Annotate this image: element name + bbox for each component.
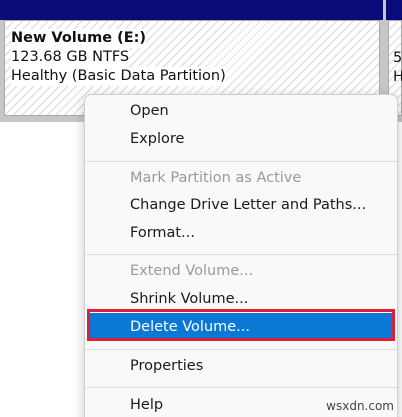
- menu-separator: [85, 254, 397, 255]
- menu-item-change-drive-letter[interactable]: Change Drive Letter and Paths...: [85, 190, 397, 220]
- menu-separator: [85, 387, 397, 388]
- disk-management-screen: New Volume (E:) 123.68 GB NTFS Healthy (…: [0, 0, 402, 417]
- menu-item-open[interactable]: Open: [85, 96, 397, 126]
- next-volume-status: H: [393, 69, 402, 85]
- menu-separator: [85, 161, 397, 162]
- volume-e-header-bar: [0, 0, 383, 20]
- menu-item-properties[interactable]: Properties: [85, 351, 397, 381]
- menu-item-explore[interactable]: Explore: [85, 124, 397, 154]
- volume-context-menu: Open Explore Mark Partition as Active Ch…: [84, 94, 398, 417]
- next-volume-header-bar: [386, 0, 402, 20]
- menu-item-extend-volume[interactable]: Extend Volume...: [85, 256, 397, 286]
- menu-item-shrink-volume[interactable]: Shrink Volume...: [85, 284, 397, 314]
- volume-name: New Volume (E:): [11, 29, 147, 48]
- menu-item-delete-volume[interactable]: Delete Volume...: [89, 313, 393, 341]
- volume-size: 123.68 GB NTFS: [11, 48, 130, 67]
- volume-e-info: New Volume (E:) 123.68 GB NTFS Healthy (…: [11, 29, 226, 86]
- menu-separator: [85, 349, 397, 350]
- menu-item-format[interactable]: Format...: [85, 218, 397, 248]
- volume-status: Healthy (Basic Data Partition): [11, 67, 226, 86]
- watermark: wsxdn.com: [326, 399, 394, 413]
- next-volume-info: 5 H: [393, 49, 402, 87]
- next-volume-size: 5: [393, 50, 402, 66]
- menu-item-mark-partition-active[interactable]: Mark Partition as Active: [85, 163, 397, 193]
